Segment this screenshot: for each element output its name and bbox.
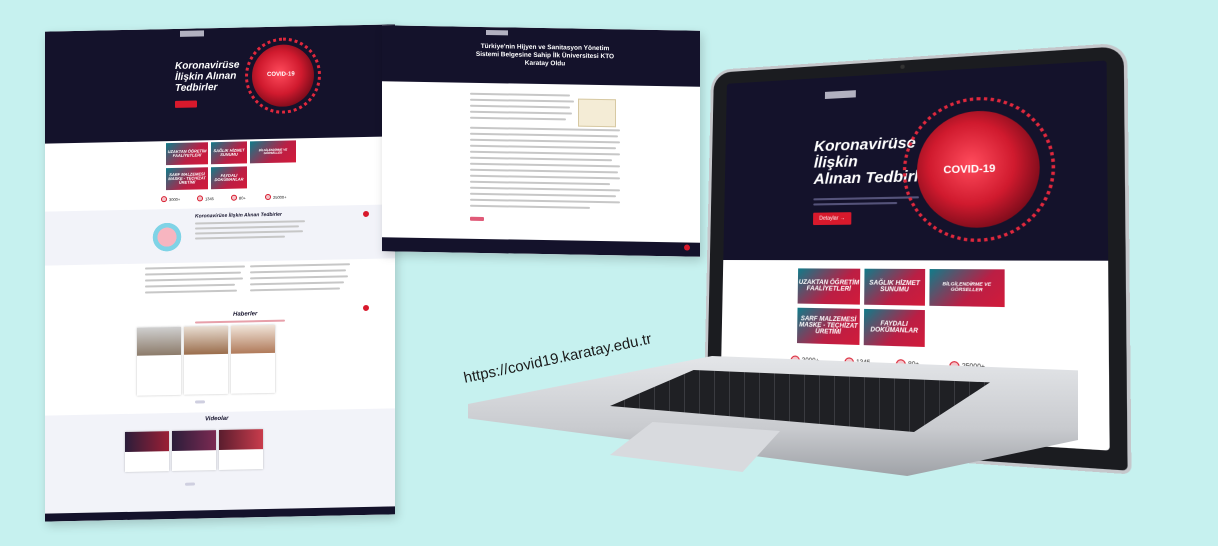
left-covid-label: COVID-19 <box>267 71 295 78</box>
webcam-icon <box>900 65 904 69</box>
carousel-dots[interactable] <box>195 400 205 403</box>
text-line <box>195 320 285 324</box>
stat-value: 3000+ <box>169 196 180 201</box>
video-card[interactable] <box>172 430 216 471</box>
left-stat-2: 1345 <box>197 195 214 201</box>
text-line <box>250 263 350 267</box>
left-tile-5[interactable]: FAYDALI DOKÜMANLAR <box>211 166 247 189</box>
middle-logo <box>486 30 508 35</box>
side-marker-icon <box>363 305 369 311</box>
left-logo <box>180 30 204 37</box>
left-hero-title: Koronavirüse İlişkin Alınan Tedbirler <box>175 59 255 94</box>
left-tile-2[interactable]: SAĞLIK HİZMET SUNUMU <box>211 141 247 164</box>
stat-icon <box>197 195 203 201</box>
laptop-covid-label: COVID-19 <box>943 163 995 176</box>
stat-icon <box>265 194 271 200</box>
left-illustration-image <box>147 213 187 254</box>
text-line <box>250 281 344 285</box>
text-line <box>250 287 340 291</box>
text-line <box>145 278 243 282</box>
laptop-tile-2[interactable]: SAĞLIK HİZMET SUNUMU <box>864 269 925 306</box>
stat-value: 80+ <box>239 195 246 200</box>
laptop-tile-5[interactable]: FAYDALI DOKÜMANLAR <box>864 309 925 347</box>
video-thumbnail <box>125 431 169 452</box>
news-image <box>231 325 275 354</box>
left-hero: Koronavirüse İlişkin Alınan Tedbirler CO… <box>45 24 395 143</box>
laptop-tile-4[interactable]: SARF MALZEMESİ MASKE - TEÇHİZAT ÜRETİMİ <box>797 308 860 345</box>
stat-value: 1345 <box>205 196 214 201</box>
news-image <box>137 327 181 356</box>
laptop-tile-3[interactable]: BİLGİLENDİRME VE GÖRSELLER <box>929 269 1004 307</box>
left-stat-4: 25000+ <box>265 194 286 200</box>
left-videos-title: Videolar <box>205 416 228 422</box>
stat-icon <box>161 196 167 202</box>
stat-icon <box>231 195 237 201</box>
video-thumbnail <box>219 429 263 450</box>
laptop-device: Koronavirüse İlişkin Alınan Tedbirler De… <box>460 70 1100 510</box>
text-line <box>813 196 919 200</box>
left-news-title: Haberler <box>233 311 257 318</box>
news-card[interactable] <box>231 325 275 394</box>
laptop-tile-1[interactable]: UZAKTAN ÖĞRETİM FAALİYETLERİ <box>798 268 861 304</box>
stat-value: 25000+ <box>273 194 286 199</box>
text-line <box>145 290 237 294</box>
text-line <box>813 202 897 206</box>
carousel-dots[interactable] <box>185 483 195 486</box>
video-card[interactable] <box>125 431 169 472</box>
news-card[interactable] <box>184 326 228 395</box>
left-stat-3: 80+ <box>231 194 246 200</box>
news-image <box>184 326 228 355</box>
video-card[interactable] <box>219 429 263 470</box>
text-line <box>250 275 348 279</box>
left-tile-1[interactable]: UZAKTAN ÖĞRETİM FAALİYETLERİ <box>166 142 208 165</box>
video-thumbnail <box>172 430 216 451</box>
left-tile-4[interactable]: SARF MALZEMESİ MASKE - TEÇHİZAT ÜRETİMİ <box>166 167 208 190</box>
left-hero-button[interactable] <box>175 100 197 107</box>
text-line <box>250 269 346 273</box>
news-card[interactable] <box>137 327 181 396</box>
laptop-logo <box>825 90 856 99</box>
left-tile-3[interactable]: BİLGİLENDİRME VE GÖRSELLER <box>250 140 296 163</box>
text-line <box>145 272 241 276</box>
text-line <box>145 265 245 269</box>
left-stat-1: 3000+ <box>161 196 180 202</box>
laptop-hero-button[interactable]: Detaylar → <box>813 212 851 225</box>
text-line <box>145 284 235 288</box>
left-webpage-mockup: Koronavirüse İlişkin Alınan Tedbirler CO… <box>45 24 395 521</box>
middle-article-title: Türkiye'nin Hijyen ve Sanitasyon Yönetim… <box>470 43 620 70</box>
